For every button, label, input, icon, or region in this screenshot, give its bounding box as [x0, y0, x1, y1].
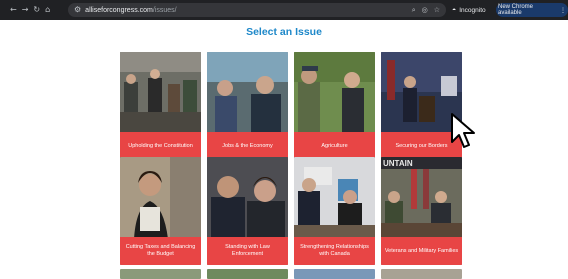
issue-card-label: Strengthening Relationships with Canada — [294, 237, 375, 265]
zoom-icon[interactable]: ⌕ — [412, 6, 416, 15]
incognito-icon: ◓ — [452, 6, 457, 14]
issue-photo — [120, 157, 201, 239]
eye-slash-icon[interactable]: ◎ — [422, 6, 428, 14]
issue-photo — [294, 269, 375, 279]
issue-photo — [120, 269, 201, 279]
reload-icon[interactable]: ↻ — [33, 0, 40, 20]
issue-card-canada[interactable]: Strengthening Relationships with Canada — [294, 157, 375, 265]
issue-card-label: Upholding the Constitution — [120, 132, 201, 160]
menu-icon[interactable]: ⋮ — [560, 7, 566, 14]
issue-card-label: Agriculture — [294, 132, 375, 160]
issue-card-agriculture[interactable]: Agriculture — [294, 52, 375, 160]
issue-photo — [294, 52, 375, 134]
issue-photo — [120, 52, 201, 134]
issue-card-jobs[interactable]: Jobs & the Economy — [207, 52, 288, 160]
back-icon[interactable]: ← — [10, 0, 17, 20]
banner-text: UNTAIN — [383, 159, 413, 168]
issue-card-label: Veterans and Military Families — [381, 237, 462, 265]
issue-card-label: Standing with Law Enforcement — [207, 237, 288, 265]
issue-card-row3-2[interactable] — [207, 269, 288, 279]
issue-card-taxes[interactable]: Cutting Taxes and Balancing the Budget — [120, 157, 201, 265]
issue-photo — [207, 52, 288, 134]
issue-card-row3-1[interactable] — [120, 269, 201, 279]
home-icon[interactable]: ⌂ — [45, 0, 50, 20]
issue-photo — [294, 157, 375, 239]
nav-buttons: ← → ↻ ⌂ — [0, 0, 56, 20]
issue-card-row3-4[interactable] — [381, 269, 462, 279]
issue-card-label: Cutting Taxes and Balancing the Budget — [120, 237, 201, 265]
issue-card-label: Jobs & the Economy — [207, 132, 288, 160]
page-content: Select an Issue Upholding the Constituti… — [0, 20, 568, 279]
issue-card-law-enforcement[interactable]: Standing with Law Enforcement — [207, 157, 288, 265]
issue-card-row3-3[interactable] — [294, 269, 375, 279]
address-bar[interactable]: ⚙ alliseforcongress.com/issues/ ⌕ ◎ ☆ — [68, 3, 446, 17]
issue-card-constitution[interactable]: Upholding the Constitution — [120, 52, 201, 160]
page-title: Select an Issue — [246, 26, 322, 38]
issue-card-veterans[interactable]: UNTAIN Veterans and Military Families — [381, 157, 462, 265]
update-label: New Chrome available — [498, 4, 534, 16]
issue-photo — [207, 157, 288, 239]
omnibox-actions: ⌕ ◎ ☆ — [412, 3, 440, 17]
site-settings-icon[interactable]: ⚙ — [74, 0, 81, 20]
incognito-label: Incognito — [459, 6, 486, 14]
star-icon[interactable]: ☆ — [434, 6, 440, 14]
browser-toolbar: ← → ↻ ⌂ ⚙ alliseforcongress.com/issues/ … — [0, 0, 568, 20]
issue-photo — [207, 269, 288, 279]
issue-photo: UNTAIN — [381, 157, 462, 239]
url-site: alliseforcongress.com — [85, 6, 153, 14]
url-path: /issues/ — [152, 6, 177, 14]
forward-icon[interactable]: → — [22, 0, 29, 20]
incognito-indicator[interactable]: ◓ Incognito — [452, 3, 486, 17]
update-chrome-button[interactable]: New Chrome available ⋮ — [496, 3, 568, 17]
issue-photo — [381, 269, 462, 279]
mouse-cursor-icon — [451, 113, 475, 148]
